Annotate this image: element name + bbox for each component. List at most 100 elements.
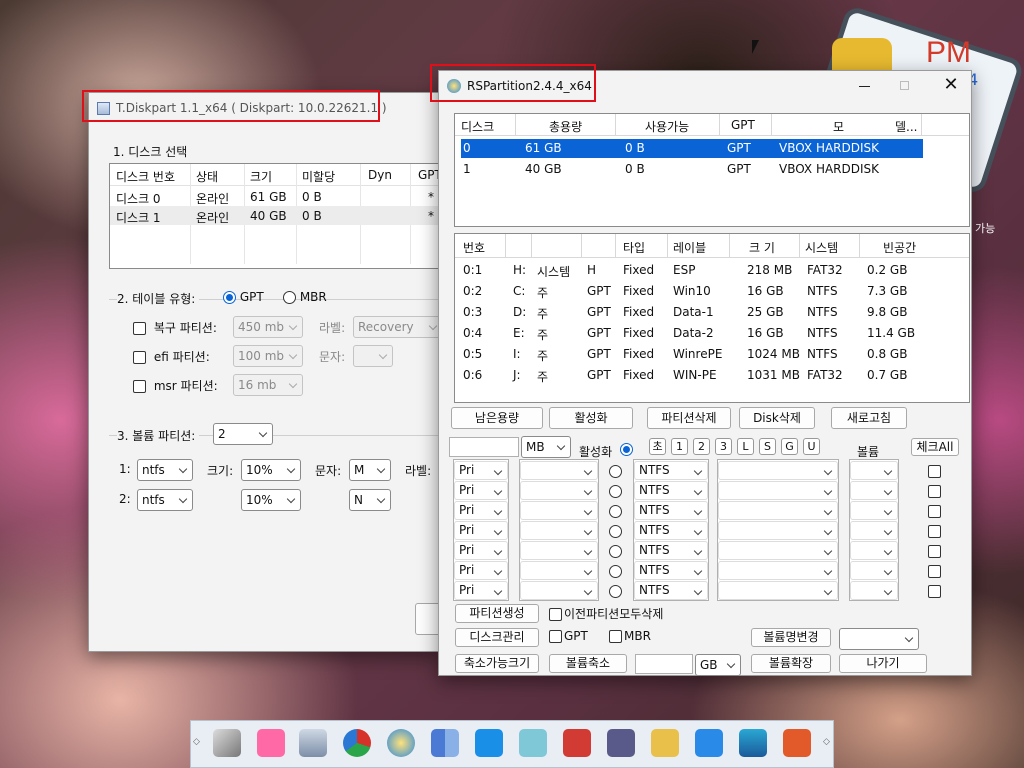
msr-checkbox[interactable]: msr 파티션: xyxy=(133,377,218,394)
volume-1-size[interactable]: 10% xyxy=(241,459,301,481)
document-icon[interactable] xyxy=(519,729,547,757)
size-select[interactable] xyxy=(520,461,598,480)
label-select[interactable] xyxy=(718,501,838,520)
fs-select[interactable]: NTFS xyxy=(634,561,708,580)
col-header[interactable]: 총용량 xyxy=(549,118,582,135)
folder-icon[interactable] xyxy=(651,729,679,757)
letter-select[interactable] xyxy=(850,501,898,520)
delete-disk-button[interactable]: Disk삭제 xyxy=(739,407,815,429)
type-select[interactable]: Pri xyxy=(454,501,508,520)
triangle-icon[interactable] xyxy=(739,729,767,757)
type-select[interactable]: Pri xyxy=(454,481,508,500)
fs-select[interactable]: NTFS xyxy=(634,501,708,520)
type-select[interactable]: Pri xyxy=(454,521,508,540)
volume-2-size[interactable]: 10% xyxy=(241,489,301,511)
disk-list[interactable]: 디스크 번호 상태 크기 미할당 Dyn GPT 디스크 0 온라인 61 GB… xyxy=(109,163,450,269)
fs-select[interactable]: NTFS xyxy=(634,541,708,560)
row-checkbox[interactable] xyxy=(928,584,941,598)
size-select[interactable] xyxy=(520,501,598,520)
camera-icon[interactable] xyxy=(695,729,723,757)
letter-button[interactable]: L xyxy=(737,438,754,455)
fs-select[interactable]: NTFS xyxy=(634,481,708,500)
volume-2-letter[interactable]: N xyxy=(349,489,391,511)
partition-list[interactable]: 번호 타입 레이블 크 기 시스템 빈공간 0:1 H: 시스템 H Fixed ESP 2… xyxy=(454,233,970,403)
taskbar-scroll-right[interactable]: ◇ xyxy=(823,737,830,747)
row-checkbox[interactable] xyxy=(928,564,941,578)
letter-button[interactable]: S xyxy=(759,438,776,455)
type-select[interactable]: Pri xyxy=(454,541,508,560)
shrinkable-size-button[interactable]: 축소가능크기 xyxy=(455,654,539,673)
exit-button[interactable]: 나가기 xyxy=(839,654,927,673)
rename-volume-button[interactable]: 볼륨명변경 xyxy=(751,628,831,647)
letter-button[interactable]: 2 xyxy=(693,438,710,455)
shrink-volume-button[interactable]: 볼륨축소 xyxy=(549,654,627,673)
windows-pink-icon[interactable] xyxy=(257,729,285,757)
size-select[interactable] xyxy=(520,581,598,600)
shrink-unit-select[interactable]: GB xyxy=(695,654,741,676)
computer-icon[interactable] xyxy=(299,729,327,757)
fs-select[interactable]: NTFS xyxy=(634,461,708,480)
row-checkbox[interactable] xyxy=(928,504,941,518)
check-all-button[interactable]: 체크All xyxy=(911,438,959,456)
size-select[interactable] xyxy=(520,481,598,500)
gpt-checkbox[interactable]: GPT xyxy=(549,629,588,643)
type-select[interactable]: Pri xyxy=(454,581,508,600)
activate-button[interactable]: 활성화 xyxy=(549,407,633,429)
volume-1-letter[interactable]: M xyxy=(349,459,391,481)
minimize-button[interactable] xyxy=(853,77,877,95)
extend-volume-button[interactable]: 볼륨확장 xyxy=(751,654,831,673)
volume-name-select[interactable] xyxy=(839,628,919,650)
col-header[interactable]: GPT xyxy=(731,118,755,132)
close-icon[interactable]: ✕ xyxy=(939,74,963,96)
size-select[interactable] xyxy=(520,541,598,560)
create-partition-button[interactable]: 파티션생성 xyxy=(455,604,539,623)
col-header[interactable]: 크 기 xyxy=(749,239,775,256)
col-header[interactable]: 미할당 xyxy=(302,168,335,185)
letter-button[interactable]: G xyxy=(781,438,798,455)
msr-size-select[interactable]: 16 mb xyxy=(233,374,303,396)
toolbox-icon[interactable] xyxy=(563,729,591,757)
letter-select[interactable] xyxy=(850,581,898,600)
recovery-size-select[interactable]: 450 mb xyxy=(233,316,303,338)
letter-select[interactable] xyxy=(850,561,898,580)
row-checkbox[interactable] xyxy=(928,544,941,558)
rspartition-icon[interactable] xyxy=(387,729,415,757)
letter-button[interactable]: 3 xyxy=(715,438,732,455)
recovery-name-field[interactable]: Recovery xyxy=(353,316,443,338)
efi-letter-select[interactable] xyxy=(353,345,393,367)
active-radio[interactable] xyxy=(609,524,622,538)
disk-list[interactable]: 디스크 총용량 사용가능 GPT 모 델... 0 61 GB 0 B GPT … xyxy=(454,113,970,227)
col-header[interactable]: 델... xyxy=(895,118,917,135)
volume-count-select[interactable]: 2 xyxy=(213,423,273,445)
col-header[interactable]: 사용가능 xyxy=(645,118,689,135)
active-radio[interactable] xyxy=(609,484,622,498)
active-radio[interactable] xyxy=(609,584,622,598)
letter-select[interactable] xyxy=(850,541,898,560)
efi-checkbox[interactable]: efi 파티션: xyxy=(133,348,210,365)
size-select[interactable] xyxy=(520,561,598,580)
type-select[interactable]: Pri xyxy=(454,461,508,480)
type-select[interactable]: Pri xyxy=(454,561,508,580)
mbr-checkbox[interactable]: MBR xyxy=(609,629,651,643)
volume-1-fs[interactable]: ntfs xyxy=(137,459,193,481)
label-select[interactable] xyxy=(718,561,838,580)
label-select[interactable] xyxy=(718,521,838,540)
col-header[interactable]: Dyn xyxy=(368,168,392,182)
row-checkbox[interactable] xyxy=(928,524,941,538)
letter-select[interactable] xyxy=(850,481,898,500)
delete-partition-button[interactable]: 파티션삭제 xyxy=(647,407,731,429)
label-select[interactable] xyxy=(718,481,838,500)
size-input[interactable] xyxy=(449,437,519,457)
partition-pie-icon[interactable] xyxy=(343,729,371,757)
fs-select[interactable]: NTFS xyxy=(634,521,708,540)
letter-button[interactable]: 1 xyxy=(671,438,688,455)
gpt-radio[interactable]: GPT xyxy=(223,290,264,304)
col-header[interactable]: 디스크 번호 xyxy=(116,168,175,185)
active-radio[interactable] xyxy=(609,564,622,578)
active-radio[interactable] xyxy=(609,464,622,478)
col-header[interactable]: 모 xyxy=(833,118,844,135)
col-header[interactable]: 번호 xyxy=(463,239,485,256)
windows-icon[interactable] xyxy=(475,729,503,757)
delete-all-checkbox[interactable]: 이전파티션모두삭제 xyxy=(549,605,663,622)
label-select[interactable] xyxy=(718,541,838,560)
